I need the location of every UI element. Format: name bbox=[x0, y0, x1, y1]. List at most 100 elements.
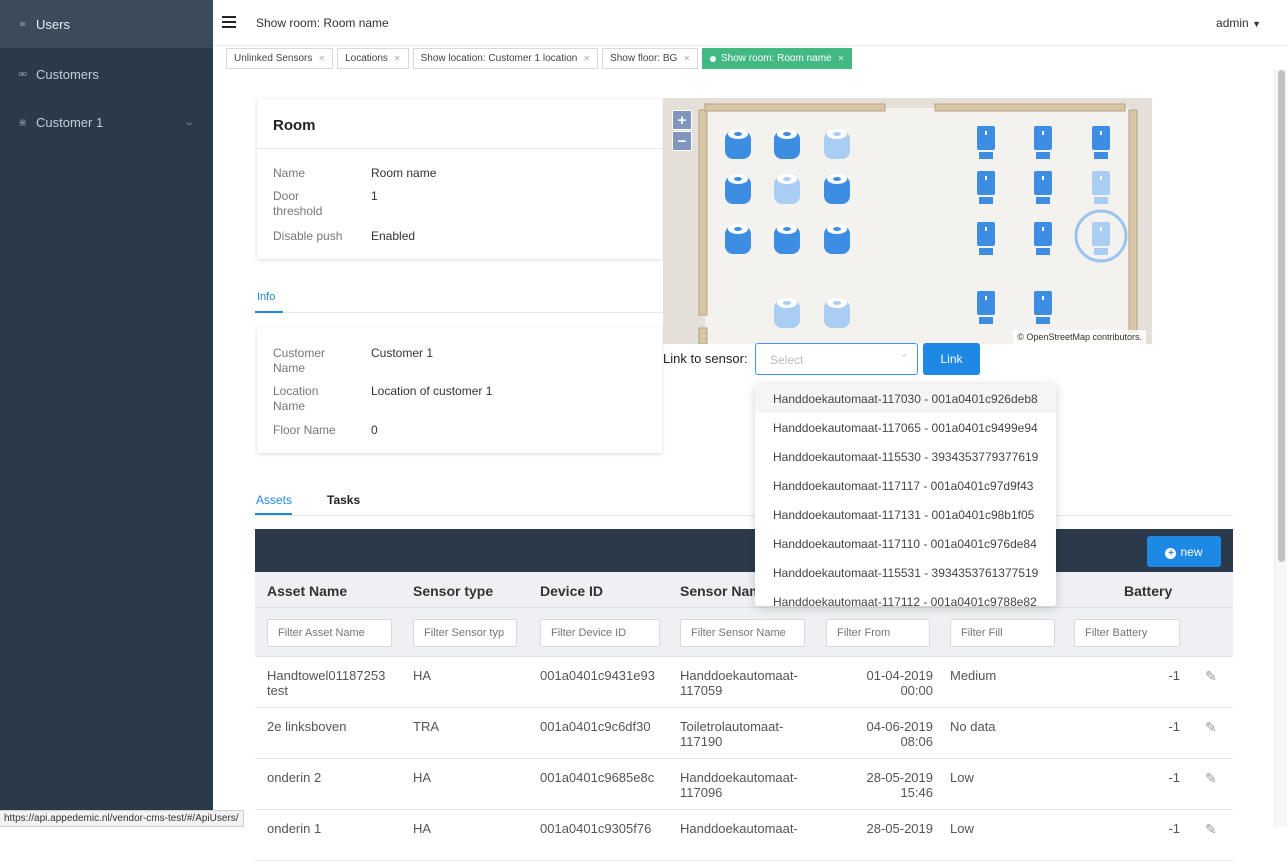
sensor-select[interactable]: Select ⌃ bbox=[755, 343, 918, 375]
towel-dispenser-marker[interactable] bbox=[1092, 126, 1110, 159]
tab-tasks[interactable]: Tasks bbox=[327, 493, 360, 507]
field-key: Door threshold bbox=[273, 189, 323, 218]
filter-sensor-name-input[interactable] bbox=[680, 619, 805, 647]
edit-icon[interactable]: ✎ bbox=[1205, 770, 1217, 787]
sensor-name-line2: 117096 bbox=[680, 785, 723, 800]
asset-name: 2e linksboven bbox=[267, 719, 347, 734]
field-value: Customer 1 bbox=[371, 346, 434, 360]
sensor-name-line2: 117190 bbox=[680, 734, 723, 749]
column-header-battery[interactable]: Battery bbox=[1124, 583, 1172, 599]
date: 04-06-2019 bbox=[866, 719, 934, 734]
toilet-roll-marker[interactable] bbox=[774, 174, 800, 204]
table-row[interactable]: Handtowel01187253 test HA 001a0401c9431e93 H… bbox=[255, 657, 1233, 708]
filter-fill-input[interactable] bbox=[950, 619, 1055, 647]
edit-icon[interactable]: ✎ bbox=[1205, 821, 1217, 838]
menu-icon[interactable] bbox=[222, 16, 236, 28]
column-header-device-id[interactable]: Device ID bbox=[540, 583, 603, 599]
tab-show-room[interactable]: Show room: Room name ✕ bbox=[702, 48, 853, 69]
toilet-roll-marker[interactable] bbox=[725, 174, 751, 204]
chevron-down-icon: ⌄ bbox=[182, 116, 195, 128]
toilet-roll-marker[interactable] bbox=[774, 224, 800, 254]
vertical-scrollbar[interactable] bbox=[1274, 70, 1287, 827]
toilet-roll-marker[interactable] bbox=[774, 298, 800, 328]
towel-dispenser-marker[interactable] bbox=[977, 291, 995, 324]
tab-label: Locations bbox=[345, 53, 388, 64]
zoom-in-button[interactable]: + bbox=[672, 110, 692, 130]
towel-dispenser-marker[interactable] bbox=[1092, 222, 1110, 255]
asset-name-cell: Handtowel01187253 test bbox=[267, 668, 385, 698]
toilet-roll-marker[interactable] bbox=[824, 174, 850, 204]
user-menu[interactable]: admin ▼ bbox=[1216, 16, 1261, 30]
tab-locations[interactable]: Locations ✕ bbox=[337, 48, 409, 69]
table-row[interactable]: onderin 2 HA 001a0401c9685e8c Handdoekautom… bbox=[255, 759, 1233, 810]
toilet-roll-marker[interactable] bbox=[824, 129, 850, 159]
fill-cell: Low bbox=[950, 770, 974, 785]
room-card-title: Room bbox=[257, 99, 662, 149]
towel-dispenser-marker[interactable] bbox=[977, 222, 995, 255]
table-toolbar: + new bbox=[255, 529, 1233, 572]
edit-icon[interactable]: ✎ bbox=[1205, 719, 1217, 736]
filter-asset-name-input[interactable] bbox=[267, 619, 392, 647]
filter-sensor-type-input[interactable] bbox=[413, 619, 517, 647]
tab-show-floor[interactable]: Show floor: BG ✕ bbox=[602, 48, 699, 69]
dropdown-option[interactable]: Handdoekautomaat-117110 - 001a0401c976de… bbox=[755, 529, 1056, 558]
zoom-out-button[interactable]: − bbox=[672, 131, 692, 151]
column-header-asset-name[interactable]: Asset Name bbox=[267, 583, 347, 599]
sensor-name-cell: Handdoekautomaat- 117059 bbox=[680, 668, 798, 698]
filter-device-id-input[interactable] bbox=[540, 619, 660, 647]
tab-assets[interactable]: Assets bbox=[256, 493, 292, 507]
dropdown-option[interactable]: Handdoekautomaat-117112 - 001a0401c9788e… bbox=[755, 587, 1056, 607]
toilet-roll-marker[interactable] bbox=[725, 129, 751, 159]
filter-battery-input[interactable] bbox=[1074, 619, 1180, 647]
device-id-cell: 001a0401c9685e8c bbox=[540, 770, 655, 785]
filter-from-input[interactable] bbox=[826, 619, 930, 647]
tab-show-location[interactable]: Show location: Customer 1 location ✕ bbox=[412, 48, 599, 69]
fill-cell: Low bbox=[950, 821, 974, 836]
table-row[interactable]: onderin 1 HA 001a0401c9305f76 Handdoekautom… bbox=[255, 810, 1233, 861]
toilet-roll-marker[interactable] bbox=[774, 129, 800, 159]
tab-info[interactable]: Info bbox=[257, 291, 275, 303]
floor-map[interactable]: + − © OpenStreetMap contributors. bbox=[663, 98, 1152, 344]
dropdown-option[interactable]: Handdoekautomaat-117117 - 001a0401c97d9f… bbox=[755, 471, 1056, 500]
sensor-dropdown: Handdoekautomaat-117030 - 001a0401c926de… bbox=[755, 384, 1056, 606]
towel-dispenser-marker[interactable] bbox=[977, 126, 995, 159]
info-card: Customer Name Customer 1 Location Name L… bbox=[257, 327, 662, 453]
edit-icon[interactable]: ✎ bbox=[1205, 668, 1217, 685]
dropdown-option[interactable]: Handdoekautomaat-115531 - 39343537613775… bbox=[755, 558, 1056, 587]
new-button-label: new bbox=[1180, 544, 1203, 559]
dropdown-option[interactable]: Handdoekautomaat-117131 - 001a0401c98b1f… bbox=[755, 500, 1056, 529]
toilet-roll-marker[interactable] bbox=[824, 298, 850, 328]
tab-unlinked-sensors[interactable]: Unlinked Sensors ✕ bbox=[226, 48, 334, 69]
column-header-sensor-type[interactable]: Sensor type bbox=[413, 583, 493, 599]
close-icon[interactable]: ✕ bbox=[394, 54, 401, 63]
close-icon[interactable]: ✕ bbox=[318, 54, 325, 63]
dropdown-option[interactable]: Handdoekautomaat-117030 - 001a0401c926de… bbox=[755, 384, 1056, 413]
active-dot-icon bbox=[710, 55, 717, 62]
new-asset-button[interactable]: + new bbox=[1147, 536, 1221, 567]
divider bbox=[255, 515, 1233, 516]
sensor-name: Handdoekautomaat- bbox=[680, 770, 798, 785]
towel-dispenser-marker[interactable] bbox=[1034, 171, 1052, 204]
dropdown-option[interactable]: Handdoekautomaat-117065 - 001a0401c9499e… bbox=[755, 413, 1056, 442]
close-icon[interactable]: ✕ bbox=[838, 54, 845, 63]
towel-dispenser-marker[interactable] bbox=[977, 171, 995, 204]
scrollbar-thumb[interactable] bbox=[1278, 70, 1285, 562]
towel-dispenser-marker[interactable] bbox=[1034, 291, 1052, 324]
link-button[interactable]: Link bbox=[923, 343, 980, 375]
filter-row bbox=[255, 608, 1233, 657]
towel-dispenser-marker[interactable] bbox=[1034, 222, 1052, 255]
asset-name-cell: 2e linksboven bbox=[267, 719, 347, 734]
dropdown-option[interactable]: Handdoekautomaat-115530 - 39343537793776… bbox=[755, 442, 1056, 471]
toilet-roll-marker[interactable] bbox=[725, 224, 751, 254]
sidebar-item-users[interactable]: ⚭ Users bbox=[0, 0, 213, 48]
sidebar-item-customers[interactable]: ⚮ Customers bbox=[0, 50, 213, 98]
sidebar-item-customer-1[interactable]: ⋇ Customer 1 ⌄ bbox=[0, 98, 213, 146]
sensor-type-cell: HA bbox=[413, 668, 432, 683]
towel-dispenser-marker[interactable] bbox=[1092, 171, 1110, 204]
close-icon[interactable]: ✕ bbox=[583, 54, 590, 63]
towel-dispenser-marker[interactable] bbox=[1034, 126, 1052, 159]
table-row[interactable]: 2e linksboven TRA 001a0401c9c6df30 Toiletro… bbox=[255, 708, 1233, 759]
asset-name-cell: onderin 1 bbox=[267, 821, 321, 836]
toilet-roll-marker[interactable] bbox=[824, 224, 850, 254]
close-icon[interactable]: ✕ bbox=[683, 54, 690, 63]
